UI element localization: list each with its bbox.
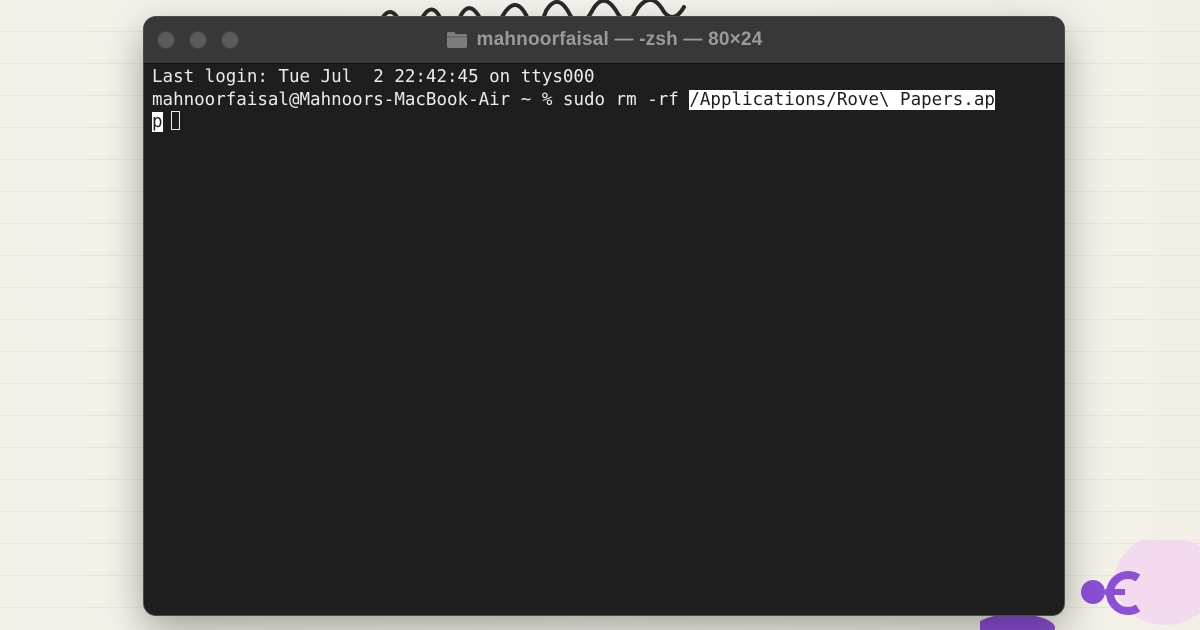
terminal-content[interactable]: Last login: Tue Jul 2 22:42:45 on ttys00… [152, 66, 1056, 607]
window-title: mahnoorfaisal — -zsh — 80×24 [476, 29, 763, 50]
window-title-group: mahnoorfaisal — -zsh — 80×24 [144, 17, 1064, 63]
text-cursor [170, 111, 180, 130]
last-login-line: Last login: Tue Jul 2 22:42:45 on ttys00… [152, 67, 595, 87]
command-line: mahnoorfaisal@Mahnoors-MacBook-Air ~ % s… [152, 89, 1056, 112]
shell-prompt: mahnoorfaisal@Mahnoors-MacBook-Air ~ % [152, 89, 563, 110]
folder-icon [446, 32, 467, 48]
title-bar[interactable]: mahnoorfaisal — -zsh — 80×24 [144, 17, 1064, 64]
command-text: sudo rm -rf [562, 89, 690, 110]
selected-path-wrap[interactable]: p [152, 112, 163, 132]
selected-path[interactable]: /Applications/Rove\ Papers.ap [689, 89, 995, 110]
command-line-wrap: p [152, 111, 1056, 134]
terminal-window[interactable]: mahnoorfaisal — -zsh — 80×24 Last login:… [144, 17, 1064, 615]
